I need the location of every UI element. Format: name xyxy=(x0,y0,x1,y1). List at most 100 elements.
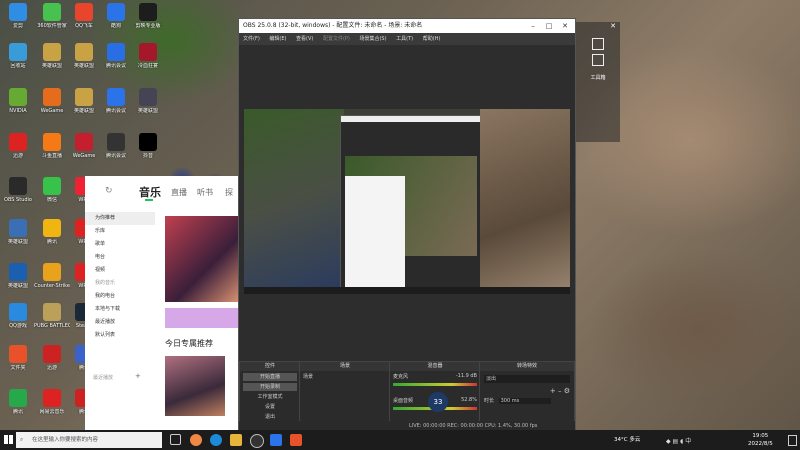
desktop-icon-label: 回收站 xyxy=(10,63,26,69)
desktop-icon[interactable]: QQ飞车 xyxy=(66,0,102,40)
app-icon xyxy=(43,177,61,195)
close-icon[interactable]: ✕ xyxy=(557,19,573,33)
chrome-icon[interactable] xyxy=(190,434,202,446)
desktop-icon[interactable]: 文件夹 xyxy=(0,342,36,382)
desktop-icon[interactable]: 酷狗 xyxy=(98,0,134,40)
menu-edit[interactable]: 编辑(E) xyxy=(269,36,286,42)
settings-button[interactable]: 设置 xyxy=(243,403,297,411)
app-taskbar-icon[interactable] xyxy=(290,434,302,446)
tab-music[interactable]: 音乐 xyxy=(139,184,161,200)
panel-close-icon[interactable]: ✕ xyxy=(576,22,620,30)
studio-mode-button[interactable]: 工作室模式 xyxy=(243,393,297,401)
desktop-icon[interactable]: 腾讯会议 xyxy=(98,130,134,170)
menu-file[interactable]: 文件(F) xyxy=(243,36,260,42)
desktop-icon[interactable]: 爱剪 xyxy=(0,0,36,40)
desktop-icon[interactable]: 斗鱼直播 xyxy=(34,130,70,170)
tab-explore[interactable]: 探 xyxy=(225,187,233,198)
desktop-icon[interactable]: 英雄联盟 xyxy=(0,260,36,300)
start-recording-button[interactable]: 开始录制 xyxy=(243,383,297,391)
desktop-icon[interactable]: 腾讯会议 xyxy=(98,40,134,80)
desktop-icon-label: 腾讯会议 xyxy=(105,63,126,69)
tab-underline xyxy=(145,199,153,201)
start-streaming-button[interactable]: 开始直播 xyxy=(243,373,297,381)
notification-icon[interactable] xyxy=(788,435,797,446)
sidebar-item-library[interactable]: 乐库 xyxy=(85,225,155,238)
desktop-icon[interactable]: QQ游戏 xyxy=(0,300,36,340)
menu-help[interactable]: 帮助(H) xyxy=(423,36,441,42)
clock[interactable]: 19:05 2022/8/5 xyxy=(748,432,773,448)
add-transition-icon[interactable]: + xyxy=(550,387,556,395)
network-icon[interactable]: ▤ xyxy=(673,438,679,445)
desktop-icon[interactable]: 英雄联盟 xyxy=(130,85,166,125)
desktop-icon[interactable]: 腾讯 xyxy=(0,386,36,426)
refresh-icon[interactable]: ↻ xyxy=(105,186,113,196)
menu-tools[interactable]: 工具(T) xyxy=(396,36,413,42)
sidebar-item-playlists[interactable]: 歌单 xyxy=(85,238,155,251)
minimize-icon[interactable]: – xyxy=(525,19,541,33)
desktop-icon[interactable]: 腾讯会议 xyxy=(98,85,134,125)
edge-icon[interactable] xyxy=(210,434,222,446)
preview-taskbar xyxy=(244,287,570,294)
scene-item[interactable]: 场景 xyxy=(303,373,387,381)
desktop-icon[interactable]: NVIDIA xyxy=(0,85,36,125)
menu-profile[interactable]: 配置文件(P) xyxy=(323,36,350,42)
desktop-icon[interactable]: 英雄联盟 xyxy=(66,40,102,80)
app-icon xyxy=(9,88,27,106)
menu-view[interactable]: 查看(V) xyxy=(296,36,313,42)
sidebar-item-recent[interactable]: 最近播放 xyxy=(85,316,155,329)
obs-titlebar[interactable]: OBS 25.0.8 (32-bit, windows) - 配置文件: 未命名… xyxy=(239,19,575,33)
start-icon[interactable] xyxy=(4,435,13,444)
desktop-icon[interactable]: WeGame xyxy=(34,85,70,125)
tab-books[interactable]: 听书 xyxy=(197,187,213,198)
desktop-icon[interactable]: 迅游 xyxy=(34,342,70,382)
volume-icon[interactable]: ◖ xyxy=(680,438,683,445)
desktop-icon[interactable]: WeGame xyxy=(66,130,102,170)
sidebar-item-recommend[interactable]: 为你推荐 xyxy=(85,212,155,225)
taskbar-search[interactable]: ⌕ 在这里输入你要搜索的内容 xyxy=(16,432,162,448)
desktop-icon[interactable]: 回收站 xyxy=(0,40,36,80)
desktop-icon[interactable]: 剪映专业版 xyxy=(130,0,166,40)
sidebar-item-my-radio[interactable]: 我的电台 xyxy=(85,290,155,303)
panel-icon[interactable] xyxy=(592,54,604,66)
desktop-icon[interactable]: 腾讯 xyxy=(34,216,70,256)
desktop-icon[interactable]: 抖音 xyxy=(130,130,166,170)
exit-button[interactable]: 退出 xyxy=(243,413,297,421)
daily-cover[interactable] xyxy=(165,356,225,416)
menu-scene-collection[interactable]: 场景集合(S) xyxy=(359,36,386,42)
desktop-icon[interactable]: 迅游 xyxy=(0,130,36,170)
sidebar-item-local[interactable]: 本地与下载 xyxy=(85,303,155,316)
desktop-icon[interactable]: 英雄联盟 xyxy=(34,40,70,80)
promo-strip[interactable] xyxy=(165,308,238,328)
obs-preview[interactable] xyxy=(244,109,570,294)
panel-icon[interactable] xyxy=(592,38,604,50)
desktop-icon[interactable]: 网易云音乐 xyxy=(34,386,70,426)
desktop-icon[interactable]: 冷血狂宴 xyxy=(130,40,166,80)
desktop-icon[interactable]: 英雄联盟 xyxy=(0,216,36,256)
task-view-icon[interactable] xyxy=(170,434,181,445)
sidebar-item-default-list[interactable]: 默认列表 xyxy=(85,329,155,342)
desktop-icon[interactable]: 英雄联盟 xyxy=(66,85,102,125)
shield-icon[interactable]: ◆ xyxy=(666,438,671,445)
desktop-icon[interactable]: 360软件管家 xyxy=(34,0,70,40)
desktop-icon[interactable]: OBS Studio xyxy=(0,174,36,214)
sidebar-item-video[interactable]: 视频 xyxy=(85,264,155,277)
add-icon[interactable]: + xyxy=(135,372,141,380)
obs-taskbar-icon[interactable] xyxy=(250,434,264,448)
tab-live[interactable]: 直播 xyxy=(171,187,187,198)
banner-image[interactable] xyxy=(165,216,238,302)
remove-transition-icon[interactable]: – xyxy=(558,387,562,395)
app-icon xyxy=(43,345,61,363)
desktop-icon[interactable]: Counter-Strike xyxy=(34,260,70,300)
desktop-icon[interactable]: PUBG BATTLEGR xyxy=(34,300,70,340)
sidebar-item-radio[interactable]: 电台 xyxy=(85,251,155,264)
desktop-icon[interactable]: 微信 xyxy=(34,174,70,214)
file-explorer-icon[interactable] xyxy=(230,434,242,446)
transition-settings-icon[interactable]: ⚙ xyxy=(564,387,570,395)
duration-input[interactable]: 300 ms xyxy=(498,398,551,404)
toolbox-label[interactable]: 工具箱 xyxy=(576,74,620,81)
weather[interactable]: 34°C 多云 xyxy=(614,430,640,450)
input-method-icon[interactable]: 中 xyxy=(685,438,691,445)
maximize-icon[interactable]: □ xyxy=(541,19,557,33)
transition-select[interactable]: 淡出 xyxy=(484,375,570,383)
app-taskbar-icon[interactable] xyxy=(270,434,282,446)
